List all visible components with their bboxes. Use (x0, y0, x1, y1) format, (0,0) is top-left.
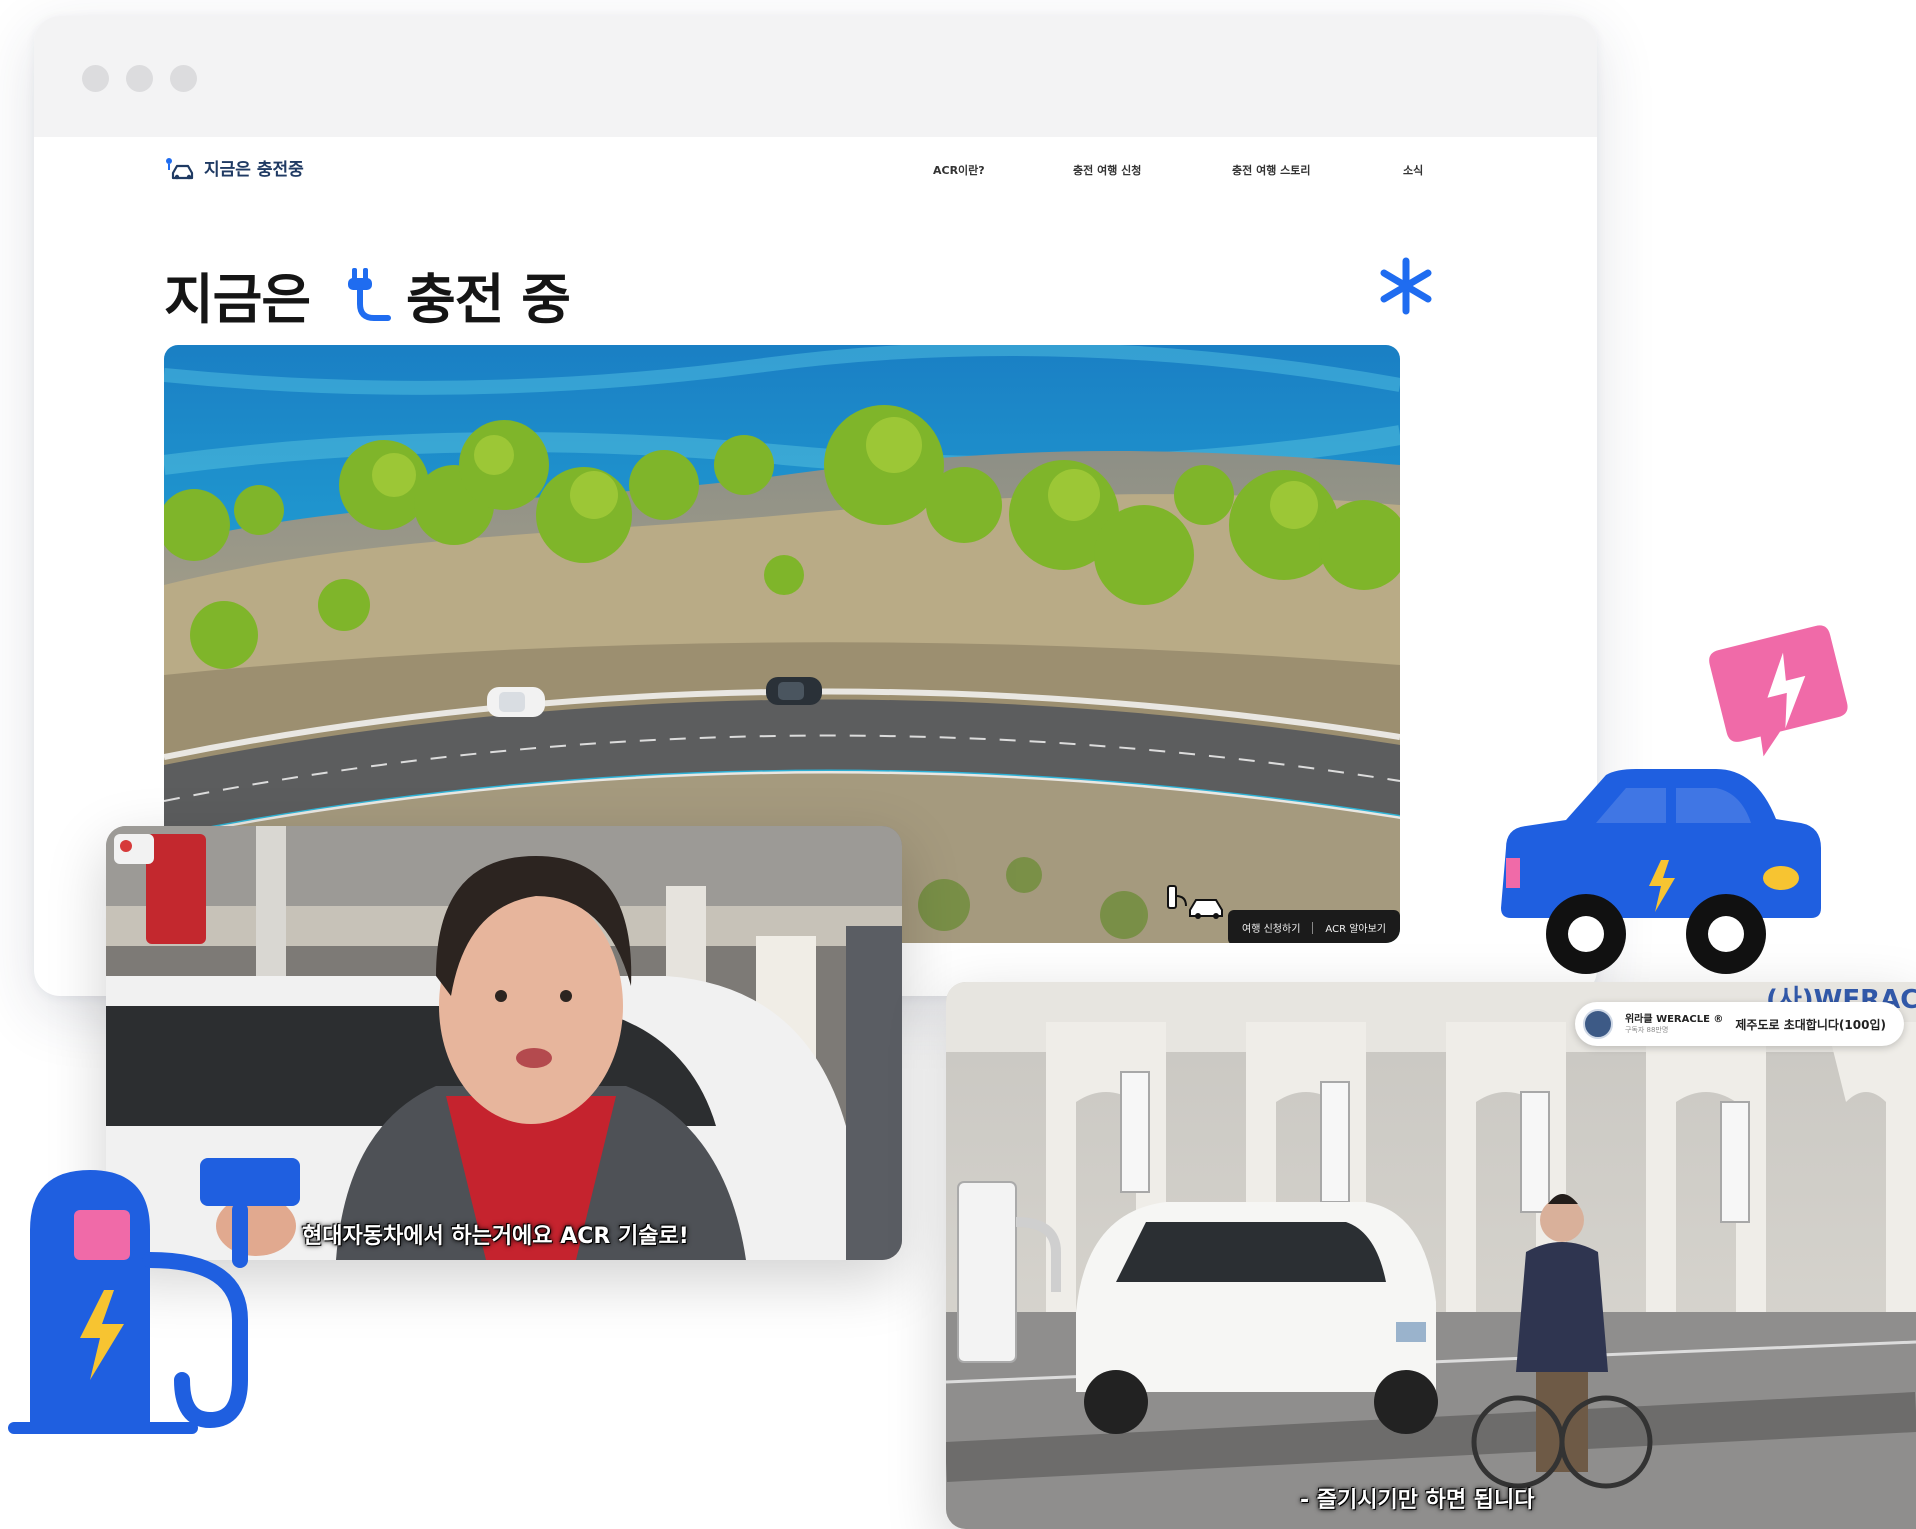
hero-cta-group: 여행 신청하기 ACR 알아보기 (1160, 885, 1400, 943)
nav-item-news[interactable]: 소식 (1403, 162, 1423, 178)
logo-text: 지금은 충전중 (204, 160, 304, 180)
video-card-weracle[interactable]: (사)WERACLE 위라클 WERACLE ® 구독자 88만명 제주도로 초… (946, 982, 1916, 1529)
channel-pill[interactable]: 위라클 WERACLE ® 구독자 88만명 제주도로 초대합니다(100입) (1574, 1002, 1904, 1046)
blue-ev-car-icon (1501, 769, 1821, 974)
pink-bolt-bubble-icon (1709, 625, 1848, 757)
car-plug-logo-icon (166, 157, 194, 179)
channel-info: 위라클 WERACLE ® 구독자 88만명 (1625, 1014, 1723, 1035)
browser-title-bar (34, 16, 1597, 137)
plug-cable-icon (348, 267, 392, 321)
title-part2: 충전 중 (406, 268, 571, 331)
video-frame-charging-station: (사)WERACLE (946, 982, 1916, 1529)
hero-cta-pill: 여행 신청하기 ACR 알아보기 (1228, 910, 1400, 943)
video1-subtitle: 현대자동차에서 하는거에요 ACR 기술로! (302, 1224, 689, 1249)
nav-item-acr[interactable]: ACR이란? (933, 162, 985, 178)
site-logo[interactable]: 지금은 충전중 (164, 155, 304, 180)
window-dot-close[interactable] (82, 65, 109, 92)
nav-item-apply[interactable]: 충전 여행 신청 (1073, 162, 1141, 178)
channel-avatar (1582, 1009, 1613, 1039)
title-part1: 지금은 (164, 268, 311, 331)
nav-item-story[interactable]: 충전 여행 스토리 (1232, 162, 1311, 178)
window-dot-maximize[interactable] (170, 65, 197, 92)
sparkle-asterisk-icon (1380, 257, 1432, 315)
video2-title: 제주도로 초대합니다(100입) (1735, 1017, 1886, 1032)
channel-subscribers: 구독자 88만명 (1624, 1025, 1669, 1034)
charger-car-mini-icon (1167, 885, 1224, 919)
apply-trip-link[interactable]: 여행 신청하기 (1242, 920, 1300, 935)
blue-charging-station-icon (8, 1158, 300, 1434)
channel-name: 위라클 WERACLE ® (1624, 1013, 1724, 1025)
page-title: 지금은 충전 중 (164, 255, 571, 334)
video2-subtitle: - 즐기시기만 하면 됩니다 (1300, 1488, 1535, 1513)
window-dot-minimize[interactable] (126, 65, 153, 92)
learn-acr-link[interactable]: ACR 알아보기 (1325, 920, 1386, 935)
site-nav: 지금은 충전중 ACR이란? 충전 여행 신청 충전 여행 스토리 소식 (0, 140, 1916, 200)
